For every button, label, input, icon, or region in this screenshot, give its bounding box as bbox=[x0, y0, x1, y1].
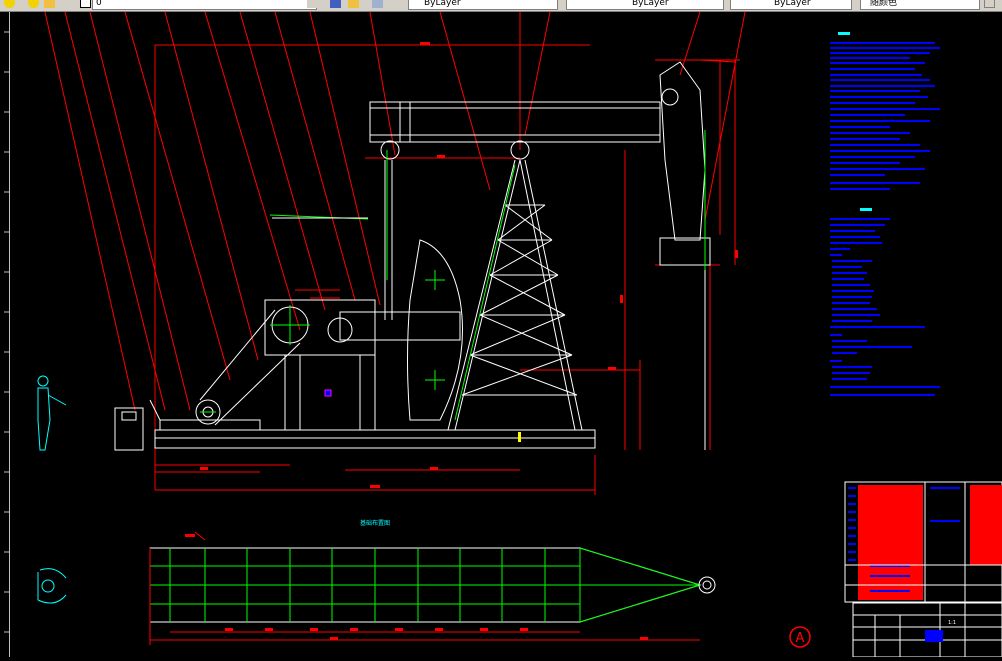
section-title: 基础布置图 bbox=[360, 519, 390, 527]
layer-manager-icon[interactable] bbox=[372, 0, 383, 8]
linetype-dropdown[interactable]: ByLayer bbox=[566, 0, 724, 10]
revision-mark: A bbox=[789, 626, 811, 648]
human-figure-side bbox=[37, 375, 67, 451]
lock-icon[interactable] bbox=[44, 0, 55, 8]
properties-toolbar: 0 ByLayer ByLayer ByLayer 随颜色 bbox=[0, 0, 1002, 12]
color-dropdown-value: ByLayer bbox=[424, 0, 461, 8]
marker bbox=[518, 432, 521, 442]
chevron-down-icon[interactable] bbox=[307, 0, 318, 8]
vertical-ruler bbox=[0, 12, 10, 657]
technical-notes bbox=[830, 32, 940, 396]
make-current-icon[interactable] bbox=[330, 0, 341, 8]
foundation-plan: 基础布置图 bbox=[149, 519, 716, 645]
title-block-cell: 1:1 bbox=[948, 620, 956, 626]
color-dropdown[interactable]: ByLayer bbox=[408, 0, 558, 10]
pumping-unit-drawing bbox=[114, 61, 711, 451]
plotstyle-dropdown[interactable]: 随颜色 bbox=[860, 0, 980, 10]
plotstyle-dropdown-value: 随颜色 bbox=[870, 0, 898, 8]
parts-list: 1:1 bbox=[844, 481, 1002, 657]
layer-state-icon[interactable] bbox=[4, 0, 15, 8]
freeze-icon[interactable] bbox=[28, 0, 39, 8]
dimension-lines bbox=[154, 44, 740, 495]
ruler-ticks bbox=[4, 31, 9, 633]
leader-lines bbox=[44, 12, 746, 411]
human-figure-top bbox=[37, 568, 67, 604]
layer-dropdown[interactable]: 0 bbox=[92, 0, 317, 10]
color-swatch-icon[interactable] bbox=[80, 0, 91, 8]
linetype-dropdown-value: ByLayer bbox=[632, 0, 669, 8]
selection-grip[interactable] bbox=[324, 389, 332, 397]
revision-letter: A bbox=[796, 631, 805, 646]
drawing-canvas[interactable]: 1:1 基础布置图 A bbox=[10, 12, 1002, 657]
chevron-down-icon[interactable] bbox=[984, 0, 995, 8]
lineweight-dropdown-value: ByLayer bbox=[774, 0, 811, 8]
lineweight-dropdown[interactable]: ByLayer bbox=[730, 0, 852, 10]
layer-dropdown-value: 0 bbox=[96, 0, 102, 8]
layer-previous-icon[interactable] bbox=[348, 0, 359, 8]
